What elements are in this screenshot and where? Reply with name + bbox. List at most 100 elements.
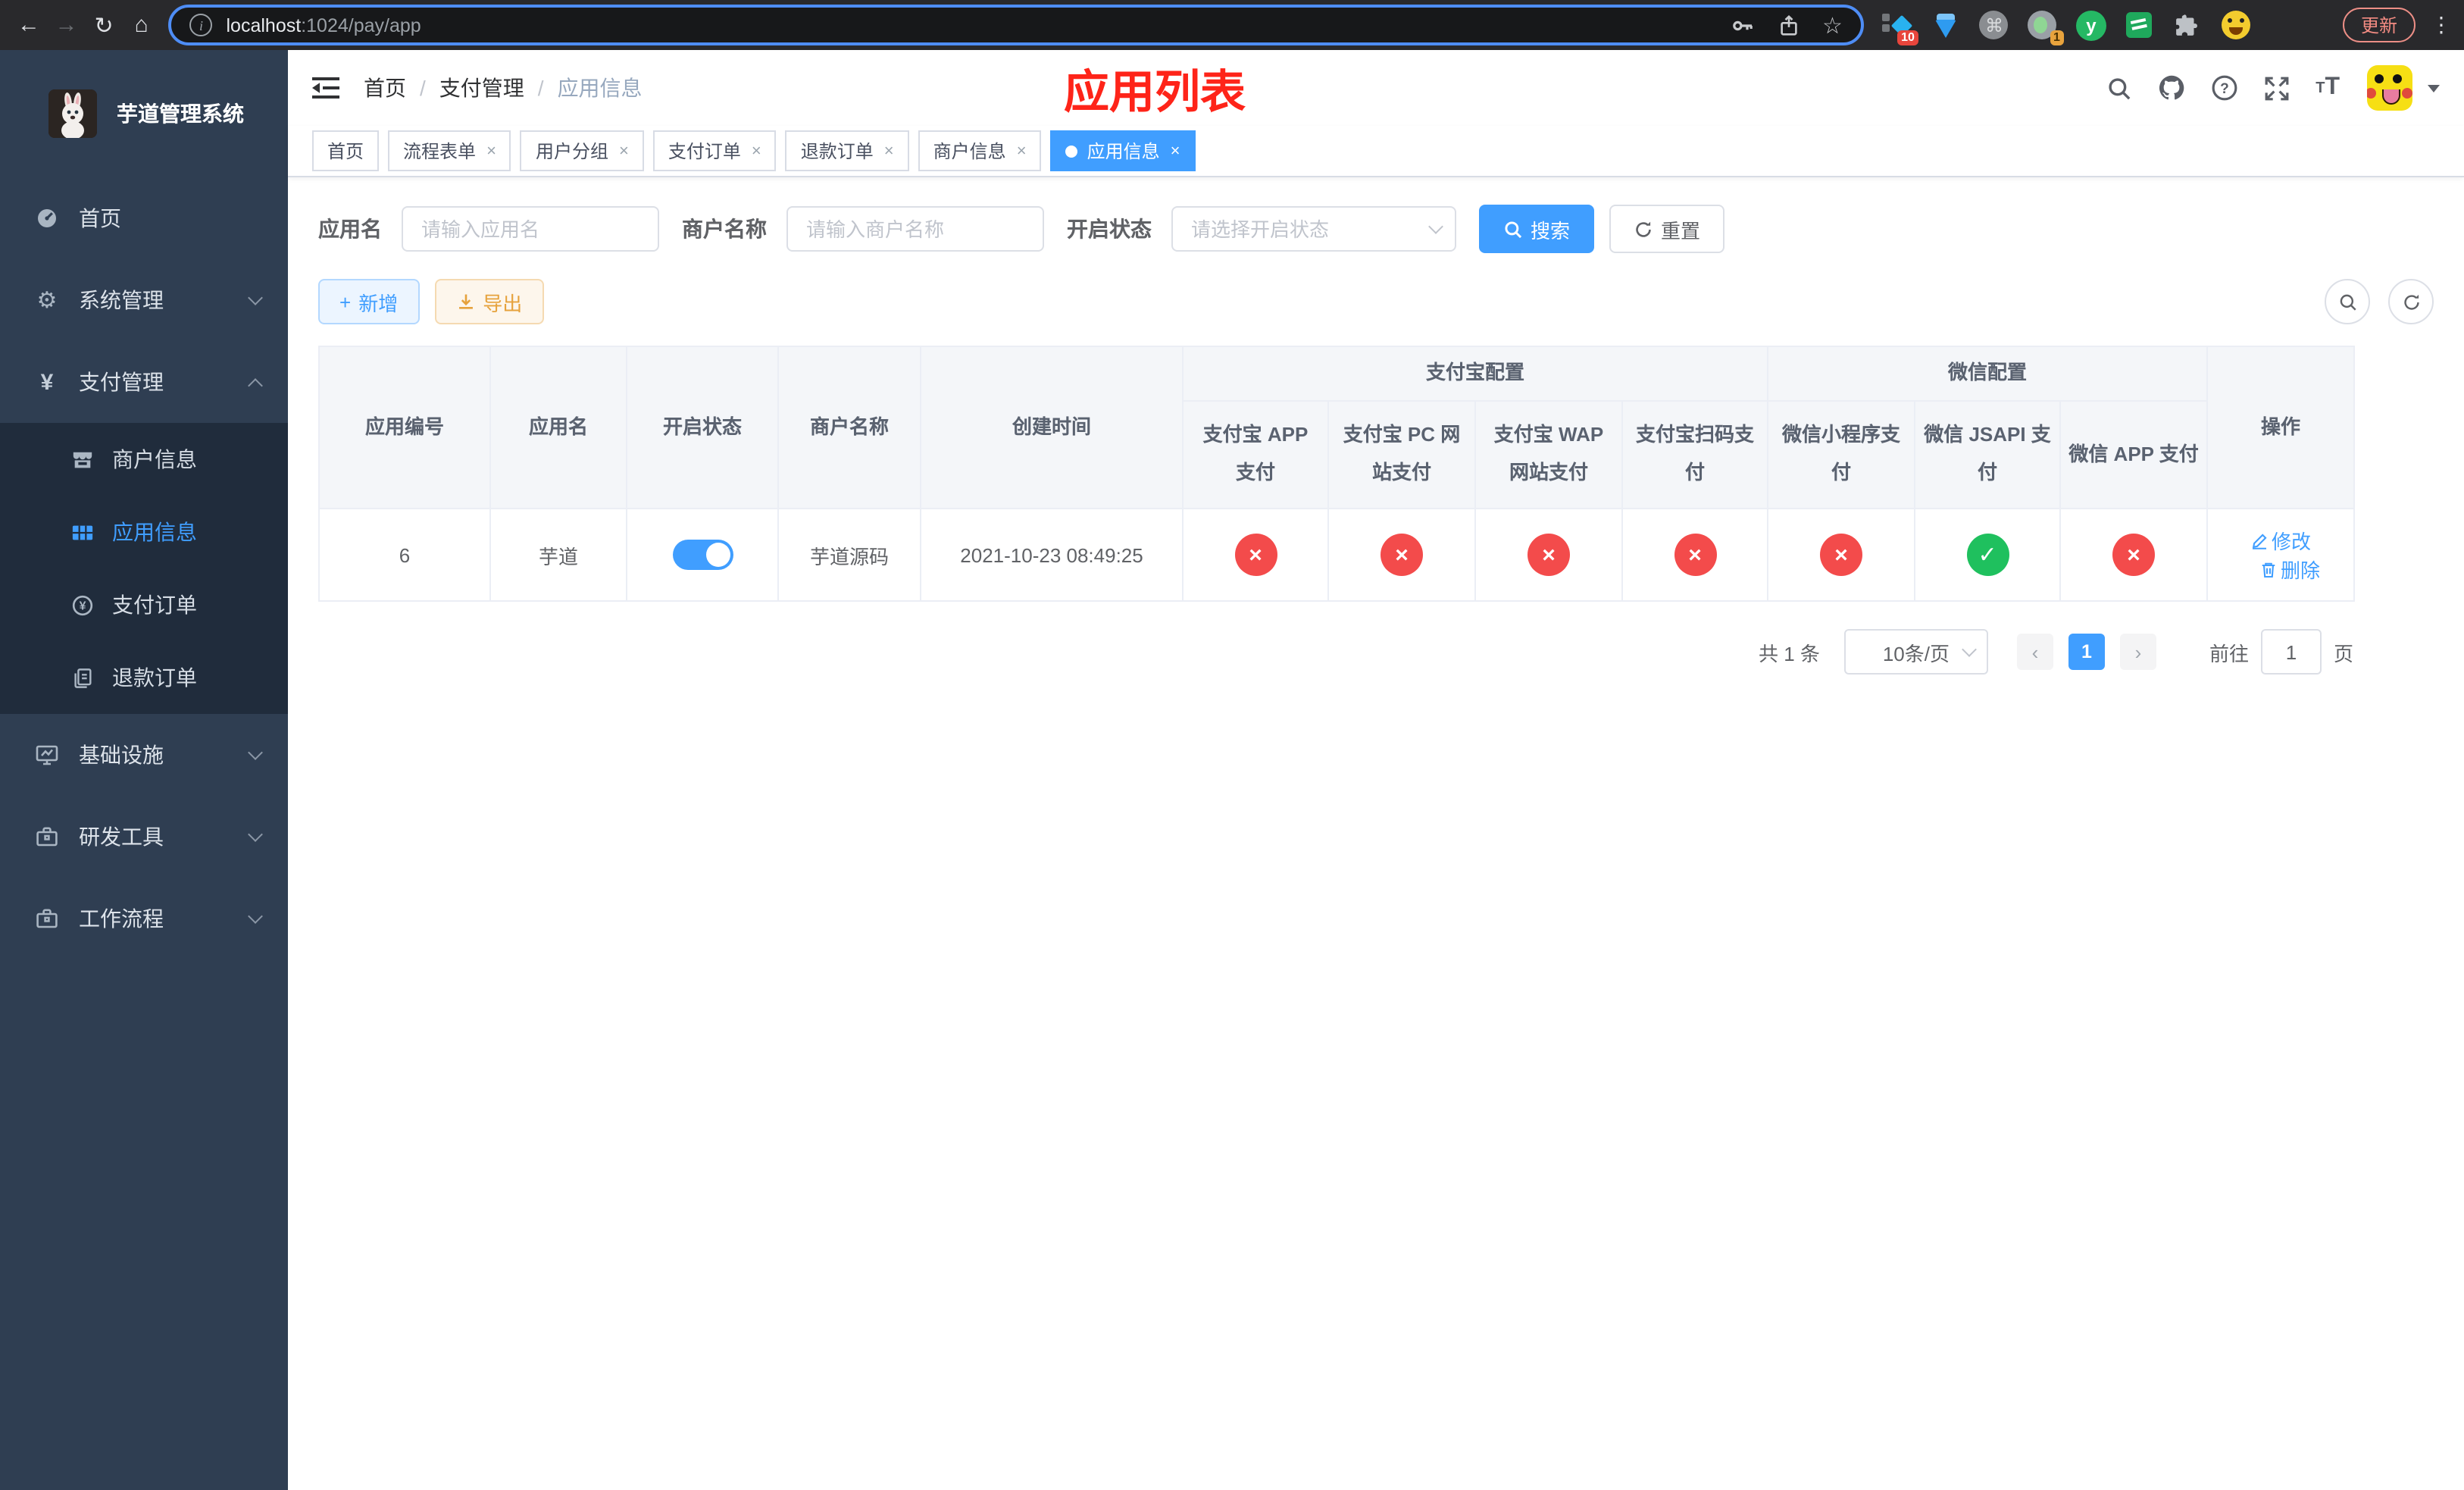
close-icon[interactable]: ×: [619, 142, 629, 160]
sidebar-item-dev-tools[interactable]: 研发工具: [0, 796, 288, 878]
header-search-icon[interactable]: [2106, 75, 2132, 101]
ext-emoji-icon[interactable]: [2222, 8, 2252, 42]
sidebar-item-app-info[interactable]: 应用信息: [0, 496, 288, 568]
ext-command-icon[interactable]: ⌘: [1979, 8, 2009, 42]
password-key-icon[interactable]: [1730, 13, 1754, 37]
col-wx-mini: 微信小程序支付: [1767, 400, 1916, 509]
user-avatar[interactable]: [2367, 65, 2412, 111]
search-form: 应用名 商户名称 开启状态 搜索 重置: [318, 205, 2434, 253]
sidebar-item-workflow[interactable]: 工作流程: [0, 878, 288, 959]
tab-refund-order[interactable]: 退款订单 ×: [785, 130, 909, 171]
cell-merchant: 芋道源码: [777, 508, 921, 602]
ext-chat-icon[interactable]: [2125, 8, 2155, 42]
edit-link[interactable]: 修改: [2250, 526, 2311, 555]
sidebar-item-home[interactable]: 首页: [0, 177, 288, 259]
table-row: 6 芋道 芋道源码 2021-10-23 08:49:25 × × × × × …: [318, 508, 2356, 602]
reset-button[interactable]: 重置: [1609, 205, 1725, 253]
ext-diamond-icon[interactable]: 10: [1881, 8, 1918, 45]
sidebar-item-pay[interactable]: ¥ 支付管理: [0, 341, 288, 423]
grid-table-icon: [70, 521, 94, 543]
sidebar: 芋道管理系统 首页 ⚙ 系统管理 ¥ 支付管理 商户信息 应用信息 ¥ 支付订单…: [0, 50, 288, 1490]
group-alipay: 支付宝配置: [1181, 346, 1769, 402]
alipay-qr-status-icon: ×: [1674, 534, 1716, 576]
browser-update-button[interactable]: 更新: [2342, 8, 2416, 42]
merchant-name-label: 商户名称: [682, 217, 767, 241]
chevron-down-icon: [248, 909, 263, 924]
gear-icon: ⚙: [36, 288, 58, 314]
chevron-down-icon: [248, 290, 263, 305]
pagination: 共 1 条 10条/页 ‹ 1 › 前往 页: [318, 629, 2353, 675]
avatar-caret-icon[interactable]: [2428, 84, 2440, 92]
close-icon[interactable]: ×: [752, 142, 761, 160]
wx-app-status-icon: ×: [2112, 534, 2156, 576]
yen-icon: ¥: [40, 369, 54, 395]
address-bar[interactable]: i localhost:1024/pay/app ☆: [168, 5, 1864, 45]
breadcrumb-current: 应用信息: [557, 76, 643, 100]
extension-icons: 10 ⌘ 1 y: [1881, 8, 2270, 45]
forward-icon[interactable]: →: [50, 7, 83, 43]
chevron-up-icon: [248, 377, 263, 393]
browser-toolbar: ← → ↻ ⌂ i localhost:1024/pay/app ☆ 10 ⌘ …: [0, 0, 2464, 50]
tab-user-group[interactable]: 用户分组 ×: [520, 130, 644, 171]
tab-app-info-active[interactable]: 应用信息 ×: [1050, 130, 1196, 171]
breadcrumb-pay[interactable]: 支付管理: [439, 73, 524, 103]
sidebar-item-merchant-info[interactable]: 商户信息: [0, 423, 288, 496]
col-status: 开启状态: [626, 346, 779, 509]
reload-icon[interactable]: ↻: [87, 7, 120, 43]
bookmark-star-icon[interactable]: ☆: [1822, 11, 1843, 39]
top-navbar: 首页 / 支付管理 / 应用信息 应用列表 ? T T: [288, 50, 2464, 126]
close-icon[interactable]: ×: [486, 142, 496, 160]
cell-created: 2021-10-23 08:49:25: [920, 508, 1184, 602]
status-select[interactable]: [1171, 206, 1456, 252]
page-annotation: 应用列表: [1064, 68, 1246, 118]
goto-page-input[interactable]: [2260, 629, 2322, 675]
toggle-search-icon[interactable]: [2325, 279, 2370, 324]
site-info-icon[interactable]: i: [189, 14, 213, 36]
breadcrumb-home[interactable]: 首页: [364, 73, 406, 103]
share-icon[interactable]: [1777, 13, 1800, 37]
ext-yudao-icon[interactable]: y: [2075, 8, 2106, 42]
back-icon[interactable]: ←: [12, 7, 45, 43]
group-wechat: 微信配置: [1767, 346, 2209, 402]
fullscreen-icon[interactable]: [2264, 75, 2290, 101]
refresh-table-icon[interactable]: [2388, 279, 2434, 324]
page-size-select[interactable]: 10条/页: [1843, 629, 1988, 675]
tab-process-form[interactable]: 流程表单 ×: [388, 130, 511, 171]
page-1-button[interactable]: 1: [2068, 634, 2105, 670]
sidebar-item-refund-order[interactable]: 退款订单: [0, 641, 288, 714]
tab-merchant-info[interactable]: 商户信息 ×: [918, 130, 1042, 171]
sidebar-item-system[interactable]: ⚙ 系统管理: [0, 259, 288, 341]
close-icon[interactable]: ×: [1171, 142, 1180, 160]
browser-menu-icon[interactable]: ⋮: [2431, 12, 2452, 38]
alipay-wap-status-icon: ×: [1527, 534, 1570, 576]
home-icon[interactable]: ⌂: [125, 7, 158, 43]
close-icon[interactable]: ×: [884, 142, 894, 160]
font-size-icon[interactable]: TT: [2315, 74, 2340, 102]
monitor-icon: [33, 743, 61, 767]
tab-pay-order[interactable]: 支付订单 ×: [652, 130, 777, 171]
ext-recorder-icon[interactable]: 1: [2028, 8, 2064, 45]
sidebar-item-pay-order[interactable]: ¥ 支付订单: [0, 568, 288, 641]
col-app-no: 应用编号: [318, 346, 491, 509]
help-icon[interactable]: ?: [2211, 74, 2238, 102]
chevron-down-icon: [248, 827, 263, 842]
ext-gem-icon[interactable]: [1931, 8, 1961, 42]
prev-page-button[interactable]: ‹: [2016, 634, 2053, 670]
close-icon[interactable]: ×: [1017, 142, 1027, 160]
sidebar-collapse-icon[interactable]: [312, 76, 339, 100]
merchant-name-input[interactable]: [786, 206, 1044, 252]
ext-puzzle-icon[interactable]: [2173, 8, 2203, 42]
pay-submenu: 商户信息 应用信息 ¥ 支付订单 退款订单: [0, 423, 288, 714]
alipay-app-status-icon: ×: [1234, 534, 1277, 576]
sidebar-logo[interactable]: 芋道管理系统: [0, 50, 288, 177]
status-toggle[interactable]: [672, 540, 733, 570]
delete-link[interactable]: 删除: [2259, 555, 2320, 584]
sidebar-item-infra[interactable]: 基础设施: [0, 714, 288, 796]
export-button[interactable]: 导出: [434, 279, 544, 324]
add-button[interactable]: + 新增: [318, 279, 420, 324]
tab-home[interactable]: 首页: [312, 130, 380, 171]
next-page-button[interactable]: ›: [2119, 634, 2156, 670]
app-name-input[interactable]: [402, 206, 659, 252]
github-icon[interactable]: [2158, 74, 2185, 102]
search-button[interactable]: 搜索: [1479, 205, 1595, 253]
